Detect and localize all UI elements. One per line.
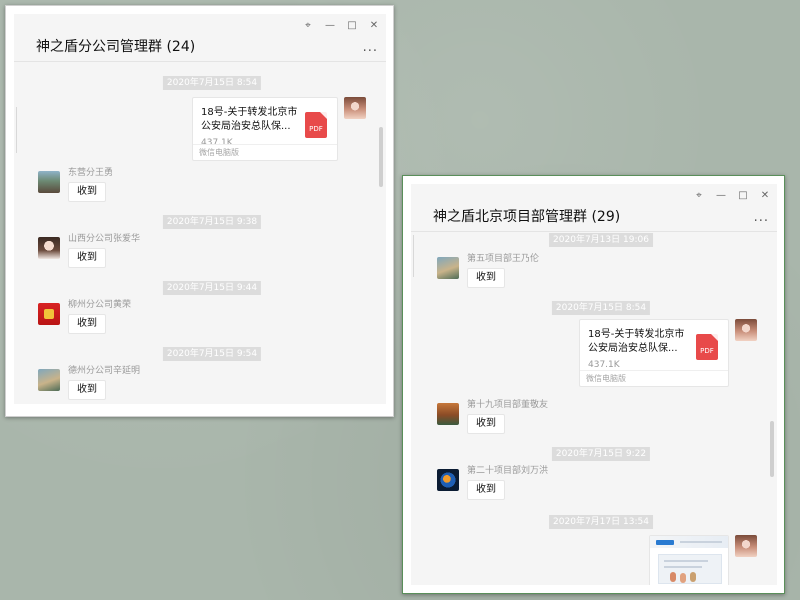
message-list[interactable]: 2020年7月15日 8:54 18号-关于转发北京市公安局治安总队保... 4… — [14, 63, 386, 404]
avatar[interactable] — [344, 97, 366, 119]
more-options-icon[interactable]: ... — [363, 40, 378, 55]
avatar[interactable] — [38, 303, 60, 325]
message-bubble[interactable]: 收到 — [68, 314, 106, 334]
pdf-badge: PDF — [700, 347, 714, 355]
chat-title: 神之盾北京项目部管理群 (29) — [433, 209, 621, 225]
maximize-icon[interactable]: □ — [344, 18, 360, 32]
sender-name: 第五项目部王乃伦 — [467, 254, 540, 264]
minimize-icon[interactable]: — — [322, 18, 338, 32]
file-source: 微信电脑版 — [193, 144, 337, 160]
window-controls: ⌖ — □ ✕ — [300, 18, 382, 32]
message-bubble[interactable]: 收到 — [467, 414, 505, 434]
thumb-person — [680, 573, 686, 583]
sender-name: 东营分王勇 — [68, 168, 114, 178]
scroll-track-left-edge — [413, 235, 414, 277]
thumb-line — [664, 560, 708, 562]
close-icon[interactable]: ✕ — [366, 18, 382, 32]
chat-header: ⌖ — □ ✕ 神之盾分公司管理群 (24) ... — [14, 14, 386, 62]
chat-header: ⌖ — □ ✕ 神之盾北京项目部管理群 (29) ... — [411, 184, 777, 232]
timestamp: 2020年7月13日 19:06 — [549, 233, 653, 247]
chat-title: 神之盾分公司管理群 (24) — [36, 39, 196, 55]
timestamp: 2020年7月15日 8:54 — [162, 76, 262, 90]
file-message[interactable]: 18号-关于转发北京市公安局治安总队保... 437.1K PDF 微信电脑版 — [192, 97, 338, 161]
file-message[interactable]: 18号-关于转发北京市公安局治安总队保... 437.1K PDF 微信电脑版 — [579, 319, 729, 387]
file-title: 18号-关于转发北京市公安局治安总队保... — [588, 329, 685, 354]
scroll-track-left-edge — [16, 107, 17, 153]
minimize-icon[interactable]: — — [713, 188, 729, 202]
message-scrollbar[interactable] — [770, 421, 774, 477]
avatar[interactable] — [38, 171, 60, 193]
pdf-icon: PDF — [696, 334, 718, 360]
more-options-icon[interactable]: ... — [754, 210, 769, 225]
avatar[interactable] — [38, 369, 60, 391]
avatar[interactable] — [735, 319, 757, 341]
avatar[interactable] — [437, 403, 459, 425]
sender-name: 德州分公司辛延明 — [68, 366, 141, 376]
maximize-icon[interactable]: □ — [735, 188, 751, 202]
file-title: 18号-关于转发北京市公安局治安总队保... — [201, 107, 298, 132]
thumb-person — [690, 572, 696, 582]
thumb-logo — [656, 540, 674, 545]
timestamp: 2020年7月15日 9:44 — [162, 281, 262, 295]
file-size: 437.1K — [588, 360, 620, 370]
timestamp: 2020年7月17日 13:54 — [549, 515, 653, 529]
timestamp: 2020年7月15日 9:54 — [162, 347, 262, 361]
message-bubble[interactable]: 收到 — [467, 480, 505, 500]
message-scrollbar[interactable] — [379, 127, 383, 187]
avatar[interactable] — [735, 535, 757, 557]
sender-name: 山西分公司张爱华 — [68, 234, 141, 244]
sender-name: 第十九项目部董敬友 — [467, 400, 549, 410]
thumb-person — [670, 572, 676, 582]
pin-icon[interactable]: ⌖ — [300, 18, 316, 32]
sender-name: 第二十项目部刘万洪 — [467, 466, 549, 476]
chat-panel: ⌖ — □ ✕ 神之盾分公司管理群 (24) ... 2020年7月15日 8:… — [14, 14, 386, 404]
thumb-line — [680, 541, 722, 543]
chat-panel: ⌖ — □ ✕ 神之盾北京项目部管理群 (29) ... 2020年7月13日 … — [411, 184, 777, 585]
message-bubble[interactable]: 收到 — [68, 380, 106, 400]
message-list[interactable]: 2020年7月13日 19:06 第五项目部王乃伦 收到 2020年7月15日 … — [411, 233, 777, 585]
chat-window-left: ⌖ — □ ✕ 神之盾分公司管理群 (24) ... 2020年7月15日 8:… — [5, 5, 394, 417]
close-icon[interactable]: ✕ — [757, 188, 773, 202]
avatar[interactable] — [38, 237, 60, 259]
timestamp: 2020年7月15日 9:22 — [551, 447, 651, 461]
timestamp: 2020年7月15日 8:54 — [551, 301, 651, 315]
image-message[interactable] — [649, 535, 729, 585]
pin-icon[interactable]: ⌖ — [691, 188, 707, 202]
file-source: 微信电脑版 — [580, 370, 728, 386]
sender-name: 柳州分公司黄荣 — [68, 300, 132, 310]
avatar[interactable] — [437, 257, 459, 279]
timestamp: 2020年7月15日 9:38 — [162, 215, 262, 229]
thumb-line — [664, 566, 702, 568]
pdf-badge: PDF — [309, 125, 323, 133]
message-bubble[interactable]: 收到 — [68, 182, 106, 202]
message-bubble[interactable]: 收到 — [467, 268, 505, 288]
chat-window-right: ⌖ — □ ✕ 神之盾北京项目部管理群 (29) ... 2020年7月13日 … — [402, 175, 785, 594]
window-controls: ⌖ — □ ✕ — [691, 188, 773, 202]
pdf-icon: PDF — [305, 112, 327, 138]
avatar[interactable] — [437, 469, 459, 491]
message-bubble[interactable]: 收到 — [68, 248, 106, 268]
